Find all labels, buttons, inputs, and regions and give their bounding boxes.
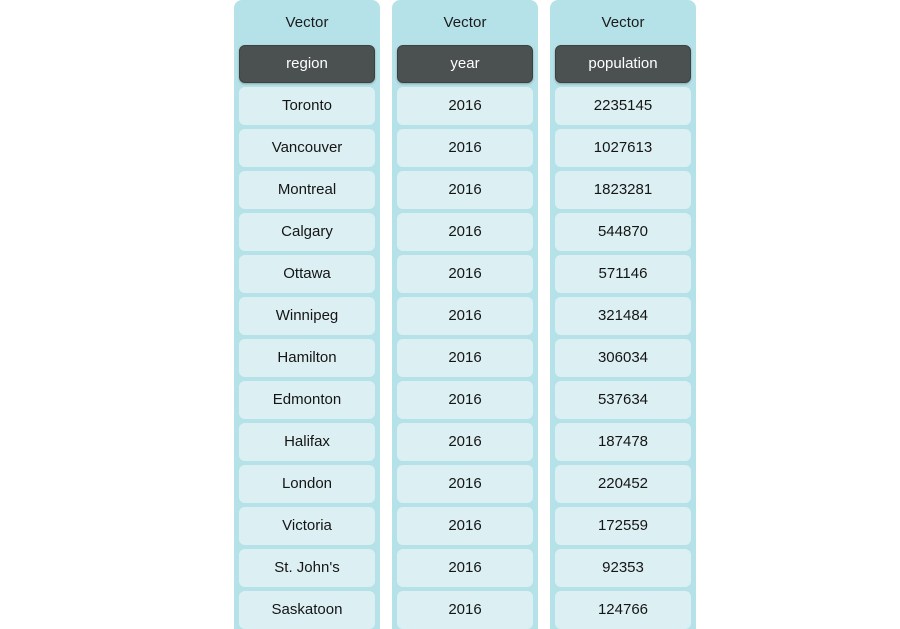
vector-column-year: Vector year 2016 2016 2016 2016 2016 201… — [392, 0, 538, 629]
data-cell[interactable]: London — [239, 465, 375, 503]
data-cell[interactable]: 2016 — [397, 507, 533, 545]
data-cell[interactable]: 172559 — [555, 507, 691, 545]
data-cell[interactable]: 2016 — [397, 297, 533, 335]
vector-columns-container: Vector region Toronto Vancouver Montreal… — [234, 0, 696, 629]
data-cell[interactable]: 220452 — [555, 465, 691, 503]
data-cell[interactable]: 2016 — [397, 423, 533, 461]
data-cell[interactable]: Montreal — [239, 171, 375, 209]
data-cell[interactable]: 2016 — [397, 255, 533, 293]
data-cell[interactable]: 124766 — [555, 591, 691, 629]
data-cell[interactable]: St. John's — [239, 549, 375, 587]
data-cell[interactable]: Ottawa — [239, 255, 375, 293]
vector-column-region: Vector region Toronto Vancouver Montreal… — [234, 0, 380, 629]
data-cell[interactable]: Edmonton — [239, 381, 375, 419]
data-cell[interactable]: Vancouver — [239, 129, 375, 167]
data-cell[interactable]: 187478 — [555, 423, 691, 461]
data-cell[interactable]: 321484 — [555, 297, 691, 335]
data-cell[interactable]: 2016 — [397, 171, 533, 209]
column-header-cell[interactable]: population — [555, 45, 691, 83]
vector-column-population: Vector population 2235145 1027613 182328… — [550, 0, 696, 629]
data-cell[interactable]: Calgary — [239, 213, 375, 251]
data-cell[interactable]: 2016 — [397, 465, 533, 503]
data-cell[interactable]: 306034 — [555, 339, 691, 377]
column-header-cell[interactable]: year — [397, 45, 533, 83]
data-cell[interactable]: 2235145 — [555, 87, 691, 125]
page-canvas: Vector region Toronto Vancouver Montreal… — [0, 0, 900, 629]
column-title: Vector — [443, 14, 487, 31]
data-cell[interactable]: Hamilton — [239, 339, 375, 377]
data-cell[interactable]: 537634 — [555, 381, 691, 419]
data-cell[interactable]: 1027613 — [555, 129, 691, 167]
data-cell[interactable]: 2016 — [397, 339, 533, 377]
data-cell[interactable]: 2016 — [397, 129, 533, 167]
column-title: Vector — [601, 14, 645, 31]
data-cell[interactable]: 2016 — [397, 87, 533, 125]
data-cell[interactable]: Winnipeg — [239, 297, 375, 335]
data-cell[interactable]: 571146 — [555, 255, 691, 293]
data-cell[interactable]: 1823281 — [555, 171, 691, 209]
data-cell[interactable]: 2016 — [397, 549, 533, 587]
data-cell[interactable]: 92353 — [555, 549, 691, 587]
data-cell[interactable]: 2016 — [397, 213, 533, 251]
data-cell[interactable]: Saskatoon — [239, 591, 375, 629]
data-cell[interactable]: Toronto — [239, 87, 375, 125]
data-cell[interactable]: 2016 — [397, 591, 533, 629]
column-header-cell[interactable]: region — [239, 45, 375, 83]
data-cell[interactable]: Halifax — [239, 423, 375, 461]
data-cell[interactable]: 2016 — [397, 381, 533, 419]
data-cell[interactable]: 544870 — [555, 213, 691, 251]
data-cell[interactable]: Victoria — [239, 507, 375, 545]
column-title: Vector — [285, 14, 329, 31]
